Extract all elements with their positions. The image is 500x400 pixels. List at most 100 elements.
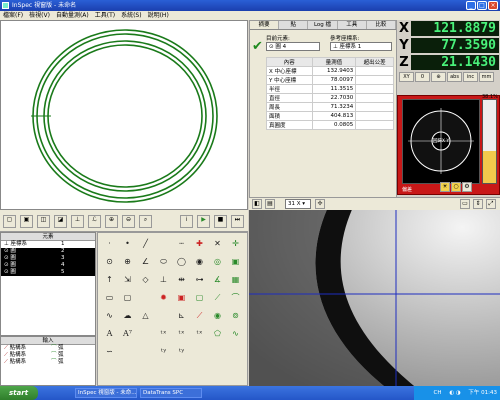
table-row[interactable]: 真圓度 0.0805 — [266, 120, 394, 130]
step-icon[interactable]: ⏭ — [231, 215, 244, 228]
ty-tool-1-icon[interactable]: ᵗʸ — [156, 344, 171, 359]
slot-tool-icon[interactable]: ▢ — [120, 290, 135, 305]
list-item[interactable]: ⊙ 圓 3 — [1, 255, 95, 262]
tab-compare[interactable]: 比較 — [366, 21, 397, 29]
record-icon[interactable]: ▭ — [460, 199, 470, 209]
dro-axis-y[interactable]: Y — [398, 38, 410, 53]
drawing-canvas[interactable] — [0, 20, 248, 210]
ortho-tool-icon[interactable]: ⊾ — [174, 308, 189, 323]
diag-red-icon[interactable]: ⟋ — [192, 308, 207, 323]
list-item[interactable]: ⊙ 圓 4 — [1, 262, 95, 269]
ellipse-tool-icon[interactable]: ⬭ — [156, 254, 171, 269]
shape-green-icon[interactable]: ⬠ — [210, 326, 225, 341]
curve-icon[interactable]: ℒ — [88, 215, 101, 228]
point-circle-icon[interactable]: ⊕ — [120, 254, 135, 269]
delete-tool-icon[interactable]: ✕ — [210, 236, 225, 251]
taskbar-item-inspec[interactable]: InSpec 視窗版 - 未命... — [75, 388, 137, 398]
blank-tool-3-icon[interactable] — [156, 308, 171, 323]
square-green-icon[interactable]: ▦ — [228, 272, 243, 287]
light-bulb-icon[interactable]: ☀ — [440, 182, 450, 192]
text-tool-icon[interactable]: A — [102, 326, 117, 341]
loop-tool-icon[interactable]: ∽ — [102, 344, 117, 359]
table-row[interactable]: 直徑 22.7030 — [266, 93, 394, 103]
blank-tool-4-icon[interactable] — [138, 326, 153, 341]
arrow-up-icon[interactable]: ↑ — [102, 272, 117, 287]
ref-coord-field[interactable]: ⊥ 座標系 1 — [330, 42, 392, 51]
tab-tools[interactable]: 工具 — [337, 21, 367, 29]
menu-help[interactable]: 說明(H) — [148, 11, 169, 20]
point-tool-icon[interactable]: · — [102, 236, 117, 251]
offset-tool-icon[interactable]: ⇲ — [120, 272, 135, 287]
zero-button[interactable]: 0 — [415, 72, 430, 82]
auto-edge-icon[interactable]: ✚ — [192, 236, 207, 251]
dist-tool-icon[interactable]: ⇹ — [174, 272, 189, 287]
ring-green-icon[interactable]: ⊚ — [228, 308, 243, 323]
blank-tool-6-icon[interactable] — [138, 344, 153, 359]
inc-button[interactable]: inc — [463, 72, 478, 82]
table-row[interactable]: Y 中心座標 78.0097 — [266, 75, 394, 85]
blank-tool-7-icon[interactable] — [192, 344, 207, 359]
blank-tool-2-icon[interactable] — [138, 290, 153, 305]
circle-green-icon[interactable]: ◉ — [210, 308, 225, 323]
snapshot-icon[interactable]: ▤ — [265, 199, 275, 209]
line-tool-icon[interactable]: ╱ — [138, 236, 153, 251]
list-item[interactable]: ⟋ 點構系 ⌒ 弧 — [1, 345, 95, 352]
xy-button[interactable]: XY — [399, 72, 414, 82]
perp-tool-icon[interactable]: ⊥ — [156, 272, 171, 287]
maximize-button[interactable]: □ — [477, 1, 487, 10]
taskbar-item-datatrans[interactable]: DataTrans SPC — [140, 388, 202, 398]
diamond-tool-icon[interactable]: ◇ — [138, 272, 153, 287]
stop-icon[interactable]: ■ — [214, 215, 227, 228]
tx-tool-2-icon[interactable]: ᵗˣ — [174, 326, 189, 341]
circle-center-icon[interactable]: ⊙ — [102, 254, 117, 269]
list-item[interactable]: ⟋ 點構系 ⌒ 弧 — [1, 352, 95, 359]
menu-auto-measure[interactable]: 自動量測(A) — [56, 11, 89, 20]
menu-view[interactable]: 檢視(V) — [29, 11, 50, 20]
crosshair-toggle-icon[interactable]: ✢ — [315, 199, 325, 209]
ime-indicator[interactable]: CH — [434, 390, 442, 396]
cube-iso-icon[interactable]: ◪ — [54, 215, 67, 228]
menu-tools[interactable]: 工具(T) — [95, 11, 115, 20]
zoom-out-icon[interactable]: ⊖ — [122, 215, 135, 228]
tx-tool-3-icon[interactable]: ᵗˣ — [192, 326, 207, 341]
spline-tool-icon[interactable]: ∿ — [102, 308, 117, 323]
expand-icon[interactable]: ⤢ — [486, 199, 496, 209]
tab-points[interactable]: 點 — [279, 21, 309, 29]
cone-tool-icon[interactable]: △ — [138, 308, 153, 323]
blank-tool-icon[interactable] — [156, 236, 171, 251]
table-row[interactable]: 周長 71.3234 — [266, 102, 394, 112]
dash-tool-icon[interactable]: ┄ — [174, 236, 189, 251]
list-item[interactable]: ⊙ 圓 2 — [1, 248, 95, 255]
circle-filled-icon[interactable]: ◉ — [192, 254, 207, 269]
blob-tool-icon[interactable]: ☁ — [120, 308, 135, 323]
chain-tool-icon[interactable]: ⊶ — [192, 272, 207, 287]
abs-button[interactable]: abs — [447, 72, 462, 82]
start-button[interactable]: start — [0, 386, 38, 400]
ty-tool-2-icon[interactable]: ᵗʸ — [174, 344, 189, 359]
circle-tool-icon[interactable]: ◯ — [174, 254, 189, 269]
zoom-in-icon[interactable]: ⊕ — [105, 215, 118, 228]
dro-axis-x[interactable]: X — [398, 21, 410, 36]
angle-tool-icon[interactable]: ∠ — [138, 254, 153, 269]
table-row[interactable]: X 中心座標 132.9403 — [266, 66, 394, 76]
text-size-icon[interactable]: A⁷ — [120, 326, 135, 341]
dro-axis-z[interactable]: Z — [398, 55, 410, 70]
zoom-select[interactable]: 31 X ▾ — [285, 199, 311, 209]
dot-tool-icon[interactable]: • — [120, 236, 135, 251]
cube-top-icon[interactable]: ◫ — [37, 215, 50, 228]
settings-gear-icon[interactable]: ⚙ — [462, 182, 472, 192]
camera-icon[interactable]: ◧ — [252, 199, 262, 209]
light-slider[interactable] — [482, 99, 497, 184]
ring-light-icon[interactable]: ○ — [451, 182, 461, 192]
grid-select-icon[interactable]: ⁞ — [180, 215, 193, 228]
tx-tool-1-icon[interactable]: ᵗˣ — [156, 326, 171, 341]
target-element-field[interactable]: ⊙ 圓 4 — [266, 42, 320, 51]
rect-tool-icon[interactable]: ▭ — [102, 290, 117, 305]
tab-summary[interactable]: 摘要 — [250, 21, 280, 29]
arc-green-icon[interactable]: ⌒ — [228, 290, 243, 305]
search-icon[interactable]: ⌕ — [139, 215, 152, 228]
gear-red-icon[interactable]: ✹ — [156, 290, 171, 305]
list-item[interactable]: ⊥ 座標系 1 — [1, 241, 95, 248]
wave-green-icon[interactable]: ∿ — [228, 326, 243, 341]
table-row[interactable]: 面積 404.813 — [266, 111, 394, 121]
